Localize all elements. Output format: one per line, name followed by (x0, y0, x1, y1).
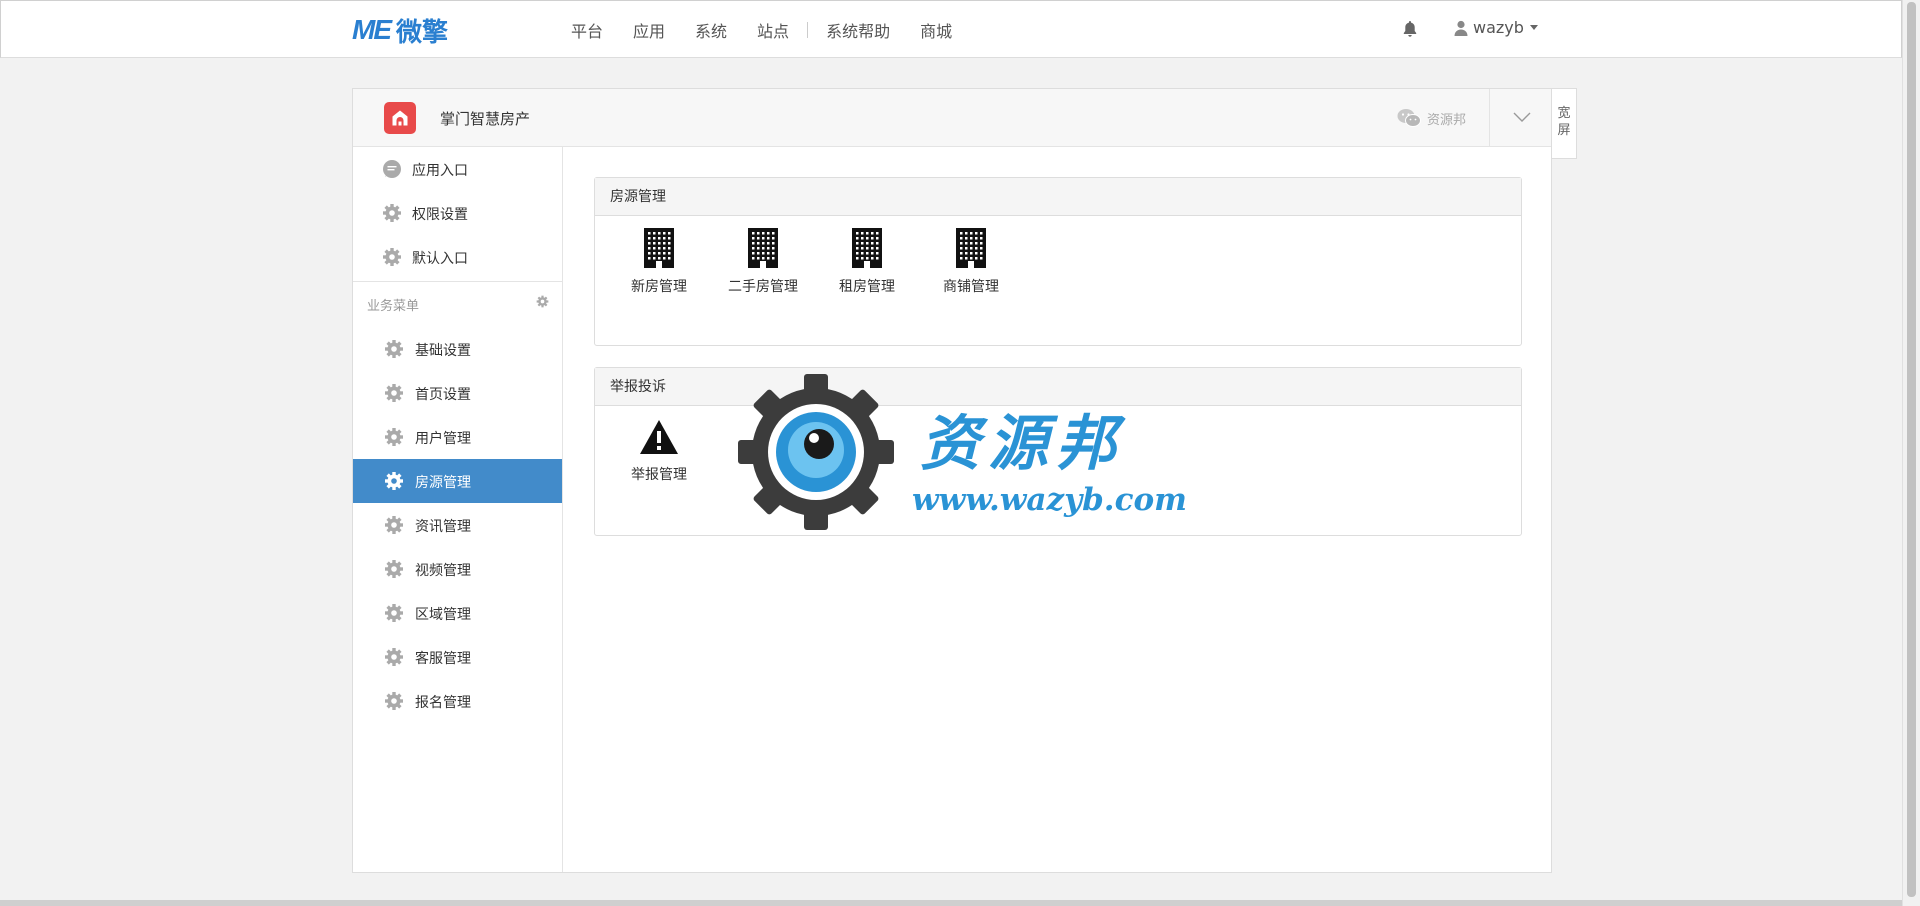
nav-system[interactable]: 系统 (695, 18, 727, 42)
tile-label: 新房管理 (631, 279, 687, 295)
logo-text: 微擎 (396, 17, 449, 48)
building-icon (852, 228, 882, 268)
sidebar-divider (353, 281, 562, 282)
sidebar-item-label: 资讯管理 (415, 519, 471, 535)
tile-label: 二手房管理 (728, 279, 798, 295)
watermark-title: 资源邦 (920, 409, 1124, 479)
sidebar-item-news[interactable]: 资讯管理 (353, 503, 562, 547)
sidebar-group-title: 业务菜单 (367, 299, 420, 314)
sidebar-item-label: 应用入口 (412, 163, 468, 179)
sidebar-item-label: 默认入口 (412, 251, 468, 267)
watermark-gear-icon (738, 374, 894, 530)
gear-icon (383, 248, 401, 266)
sidebar-item-permissions[interactable]: 权限设置 (353, 191, 562, 235)
watermark-url: www.wazyb.com (912, 482, 1187, 518)
logo-mark: ME (352, 14, 392, 45)
bottom-edge (0, 900, 1902, 906)
top-nav: 平台 应用 系统 站点 系统帮助 商城 (571, 1, 982, 59)
sidebar-item-listings[interactable]: 房源管理 (353, 459, 562, 503)
chat-icon (383, 160, 401, 178)
listings-section: 房源管理 新房管理 二手房管理 租房管理 商铺管理 (594, 177, 1522, 346)
tile-label: 举报管理 (631, 467, 687, 483)
tile-second-hand[interactable]: 二手房管理 (718, 228, 808, 296)
caret-down-icon (1529, 25, 1538, 30)
wechat-account[interactable]: 资源邦 (1397, 108, 1466, 128)
sidebar-item-app-entry[interactable]: 应用入口 (353, 147, 562, 191)
gear-icon (385, 604, 403, 622)
gear-icon (385, 472, 403, 490)
chevron-down-icon[interactable] (1513, 111, 1531, 123)
user-menu[interactable]: wazyb (1454, 18, 1538, 37)
nav-platform[interactable]: 平台 (571, 18, 603, 42)
sidebar-item-basic-settings[interactable]: 基础设置 (353, 327, 562, 371)
nav-divider (807, 22, 809, 38)
sidebar-item-customer-service[interactable]: 客服管理 (353, 635, 562, 679)
sidebar-item-users[interactable]: 用户管理 (353, 415, 562, 459)
widescreen-toggle[interactable]: 宽屏 (1552, 88, 1577, 159)
wechat-account-name: 资源邦 (1427, 112, 1467, 128)
gear-icon (385, 428, 403, 446)
top-navbar: ME 微擎 平台 应用 系统 站点 系统帮助 商城 wazyb (0, 0, 1902, 58)
scrollbar-thumb[interactable] (1907, 2, 1916, 897)
sidebar-item-registrations[interactable]: 报名管理 (353, 679, 562, 723)
sidebar-item-label: 房源管理 (415, 475, 471, 491)
app-header: 掌门智慧房产 资源邦 (353, 89, 1551, 147)
sidebar-item-label: 视频管理 (415, 563, 471, 579)
wechat-icon (1397, 109, 1421, 127)
gear-icon (383, 204, 401, 222)
sidebar-item-label: 报名管理 (415, 695, 471, 711)
tile-rentals[interactable]: 租房管理 (822, 228, 912, 296)
brand-logo[interactable]: ME 微擎 (352, 14, 449, 48)
building-icon (748, 228, 778, 268)
building-icon (644, 228, 674, 268)
nav-site[interactable]: 站点 (757, 18, 789, 42)
sidebar-item-videos[interactable]: 视频管理 (353, 547, 562, 591)
tile-report-management[interactable]: 举报管理 (614, 418, 704, 484)
nav-apps[interactable]: 应用 (633, 18, 665, 42)
user-name: wazyb (1473, 18, 1524, 37)
sidebar-item-default-entry[interactable]: 默认入口 (353, 235, 562, 279)
sidebar-item-label: 权限设置 (412, 207, 468, 223)
sidebar: 应用入口 权限设置 默认入口 业务菜单 基础设置 首页设置 用户管理 房源管理 (353, 147, 563, 872)
user-icon (1454, 20, 1468, 36)
gear-icon (385, 560, 403, 578)
gear-icon (385, 692, 403, 710)
gear-icon (385, 648, 403, 666)
sidebar-item-label: 用户管理 (415, 431, 471, 447)
warning-icon (640, 420, 678, 454)
gear-icon (385, 516, 403, 534)
sidebar-item-label: 基础设置 (415, 343, 471, 359)
tile-label: 租房管理 (839, 279, 895, 295)
sidebar-item-label: 首页设置 (415, 387, 471, 403)
tile-new-homes[interactable]: 新房管理 (614, 228, 704, 296)
sidebar-item-homepage-settings[interactable]: 首页设置 (353, 371, 562, 415)
nav-help[interactable]: 系统帮助 (826, 18, 890, 42)
tile-shops[interactable]: 商铺管理 (926, 228, 1016, 296)
gear-icon[interactable] (536, 295, 549, 308)
sidebar-item-label: 客服管理 (415, 651, 471, 667)
gear-icon (385, 340, 403, 358)
app-title: 掌门智慧房产 (440, 110, 531, 128)
building-icon (956, 228, 986, 268)
section-title: 房源管理 (595, 178, 1521, 216)
nav-store[interactable]: 商城 (920, 18, 952, 42)
page-scrollbar[interactable] (1902, 0, 1920, 906)
header-divider (1489, 89, 1490, 146)
sidebar-item-regions[interactable]: 区域管理 (353, 591, 562, 635)
gear-icon (385, 384, 403, 402)
bell-icon[interactable] (1402, 20, 1418, 38)
sidebar-item-label: 区域管理 (415, 607, 471, 623)
house-icon (384, 102, 416, 134)
tile-label: 商铺管理 (943, 279, 999, 295)
